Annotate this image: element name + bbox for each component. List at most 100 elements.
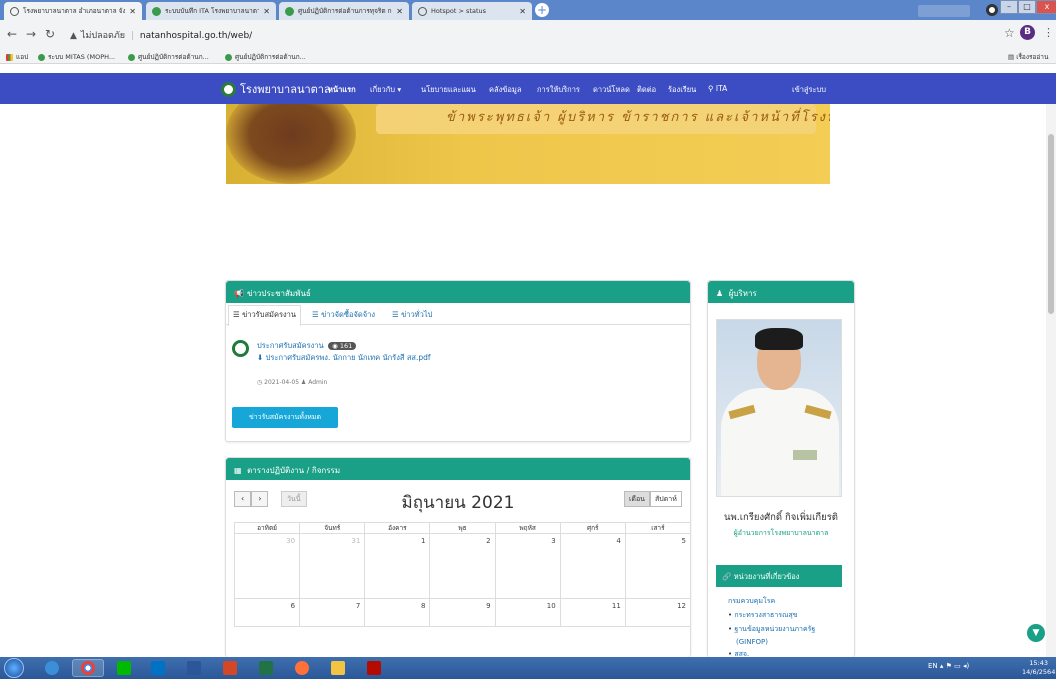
forward-arrow-icon[interactable]: → xyxy=(26,27,36,41)
news-item-title[interactable]: ประกาศรับสมัครงาน ◉ 161 xyxy=(257,340,357,352)
bookmark-item[interactable]: ระบบ MITAS (MOPH... xyxy=(38,52,115,62)
page-scrollbar[interactable] xyxy=(1046,104,1056,657)
word-icon[interactable] xyxy=(178,659,210,677)
list-icon: ☰ xyxy=(312,310,322,319)
gov-icon xyxy=(128,53,135,61)
tab-procurement[interactable]: ☰ ข่าวจัดซื้อจัดจ้าง xyxy=(312,309,375,321)
all-jobs-button[interactable]: ข่าวรับสมัครงานทั้งหมด xyxy=(232,407,338,428)
network-icon[interactable]: ▭ xyxy=(954,662,963,670)
menu-policy[interactable]: นโยบายและแผน xyxy=(421,84,476,96)
calendar-day[interactable]: 12 xyxy=(624,599,690,626)
news-file-link[interactable]: ⬇ ประกาศรับสมัครพง. นักกาย นักเทค นักรัง… xyxy=(257,352,431,364)
firefox-icon[interactable] xyxy=(286,659,318,677)
menu-contact[interactable]: ติดต่อ xyxy=(637,84,656,96)
gov-icon xyxy=(285,6,294,16)
pdf-reader-icon[interactable] xyxy=(358,659,390,677)
menu-download[interactable]: ดาวน์โหลด xyxy=(593,84,630,96)
calendar-day[interactable]: 1 xyxy=(364,534,429,598)
hero-banner: ข้าพระพุทธเจ้า ผู้บริหาร ข้าราชการ และเจ… xyxy=(226,104,830,184)
bookmark-label: ศูนย์ปฏิบัติการต่อต้านก... xyxy=(235,53,306,61)
browser-menu-icon[interactable]: ⋮ xyxy=(1043,26,1054,39)
profile-avatar[interactable]: B xyxy=(1020,25,1035,40)
news-tabs: ☰ ข่าวรับสมัครงาน ☰ ข่าวจัดซื้อจัดจ้าง ☰… xyxy=(226,305,690,326)
related-link[interactable]: (GINFOP) xyxy=(728,638,815,646)
tab-general[interactable]: ☰ ข่าวทั่วไป xyxy=(392,309,432,321)
ie-icon[interactable] xyxy=(36,659,68,677)
minimize-button[interactable]: – xyxy=(1000,0,1018,14)
calendar-day[interactable]: 7 xyxy=(299,599,364,626)
calendar-day[interactable]: 4 xyxy=(559,534,625,598)
menu-ita[interactable]: ⚲ ITA xyxy=(708,84,727,93)
site-brand[interactable]: โรงพยาบาลนาตาล xyxy=(221,80,331,98)
tab-close-icon[interactable]: ✕ xyxy=(396,7,403,16)
weekday-label: อังคาร xyxy=(364,523,429,533)
menu-ita-label: ITA xyxy=(715,84,728,93)
back-arrow-icon[interactable]: ← xyxy=(7,27,17,41)
related-agencies-list: กรมควบคุมโรค กระทรวงสาธารณสุข ฐานข้อมูลห… xyxy=(728,596,815,663)
director-photo xyxy=(716,319,842,497)
window-controls: – □ x xyxy=(1000,0,1056,14)
bookmark-star-icon[interactable]: ☆ xyxy=(1004,26,1015,40)
url-field[interactable]: ▲ ไม่ปลอดภัย | natanhospital.go.th/web/ xyxy=(70,28,252,42)
file-explorer-icon[interactable] xyxy=(322,659,354,677)
globe-icon xyxy=(10,6,19,16)
reading-list[interactable]: ▤ เรื่องรออ่าน xyxy=(1008,52,1048,62)
shield-icon[interactable]: ▼ xyxy=(1027,624,1045,642)
calendar-day[interactable]: 11 xyxy=(559,599,625,626)
excel-icon[interactable] xyxy=(250,659,282,677)
language-indicator[interactable]: EN xyxy=(928,662,938,670)
calendar-panel-header: ▦ ตารางปฏิบัติงาน / กิจกรรม xyxy=(226,458,690,480)
bookmark-apps[interactable]: แอป xyxy=(6,52,28,62)
calendar-day[interactable]: 6 xyxy=(235,599,299,626)
calendar-day[interactable]: 5 xyxy=(624,534,690,598)
menu-home[interactable]: หน้าแรก xyxy=(328,84,356,96)
related-link[interactable]: กระทรวงสาธารณสุข xyxy=(728,610,815,621)
browser-tab[interactable]: โรงพยาบาลนาตาล อำเภอนาตาล จังห ✕ xyxy=(4,2,142,20)
taskbar-clock[interactable]: 15:43 14/6/2564 xyxy=(1022,659,1055,677)
calendar-day[interactable]: 31 xyxy=(299,534,364,598)
calendar-title: มิถุนายน 2021 xyxy=(401,493,515,513)
flag-icon[interactable]: ⚑ xyxy=(946,662,955,670)
tab-jobs[interactable]: ☰ ข่าวรับสมัครงาน xyxy=(228,305,302,326)
outlook-icon[interactable] xyxy=(142,659,174,677)
chrome-taskbar-icon[interactable] xyxy=(72,659,104,677)
calendar-day[interactable]: 30 xyxy=(235,534,299,598)
weekday-label: เสาร์ xyxy=(624,523,690,533)
login-link[interactable]: เข้าสู่ระบบ xyxy=(792,84,826,96)
new-tab-button[interactable]: + xyxy=(535,3,549,17)
tab-close-icon[interactable]: ✕ xyxy=(129,7,136,16)
browser-tab[interactable]: Hotspot > status ✕ xyxy=(412,2,532,20)
bookmark-item[interactable]: ศูนย์ปฏิบัติการต่อต้านก... xyxy=(225,52,306,62)
browser-tab[interactable]: ระบบบันทึก ITA โรงพยาบาลนาตาล จั ✕ xyxy=(146,2,276,20)
line-icon[interactable] xyxy=(108,659,140,677)
bookmark-label: ระบบ MITAS (MOPH... xyxy=(48,53,116,61)
calendar-day[interactable]: 10 xyxy=(494,599,560,626)
powerpoint-icon[interactable] xyxy=(214,659,246,677)
tab-close-icon[interactable]: ✕ xyxy=(263,7,270,16)
menu-services[interactable]: การให้บริการ xyxy=(537,84,580,96)
menu-complaint[interactable]: ร้องเรียน xyxy=(668,84,696,96)
volume-icon[interactable]: ◂) xyxy=(963,662,969,670)
news-meta-text: 2021-04-05 ♟ Admin xyxy=(264,379,328,386)
reload-icon[interactable]: ↻ xyxy=(45,27,55,41)
window-profile-badge xyxy=(918,5,970,17)
close-window-button[interactable]: x xyxy=(1036,0,1056,14)
related-link[interactable]: ฐานข้อมูลหน่วยงานภาครัฐ xyxy=(728,624,815,635)
puzzle-icon xyxy=(152,6,161,16)
related-link[interactable]: กรมควบคุมโรค xyxy=(728,596,815,607)
calendar-day[interactable]: 2 xyxy=(429,534,494,598)
start-button[interactable] xyxy=(4,658,24,678)
calendar-day[interactable]: 3 xyxy=(494,534,560,598)
calendar-day[interactable]: 8 xyxy=(364,599,429,626)
tab-close-icon[interactable]: ✕ xyxy=(519,7,526,16)
calendar-day[interactable]: 9 xyxy=(429,599,494,626)
tab-label: ข่าวรับสมัครงาน xyxy=(242,310,297,319)
week-view-button[interactable]: สัปดาห์ xyxy=(650,491,682,507)
browser-tab[interactable]: ศูนย์ปฏิบัติการต่อต้านการทุจริต กระท ✕ xyxy=(279,2,409,20)
bookmark-item[interactable]: ศูนย์ปฏิบัติการต่อต้านก... xyxy=(128,52,209,62)
maximize-button[interactable]: □ xyxy=(1018,0,1036,14)
month-view-button[interactable]: เดือน xyxy=(624,491,650,507)
scrollbar-thumb[interactable] xyxy=(1048,134,1054,314)
menu-about[interactable]: เกี่ยวกับ ▾ xyxy=(370,84,401,96)
menu-data[interactable]: คลังข้อมูล xyxy=(489,84,521,96)
